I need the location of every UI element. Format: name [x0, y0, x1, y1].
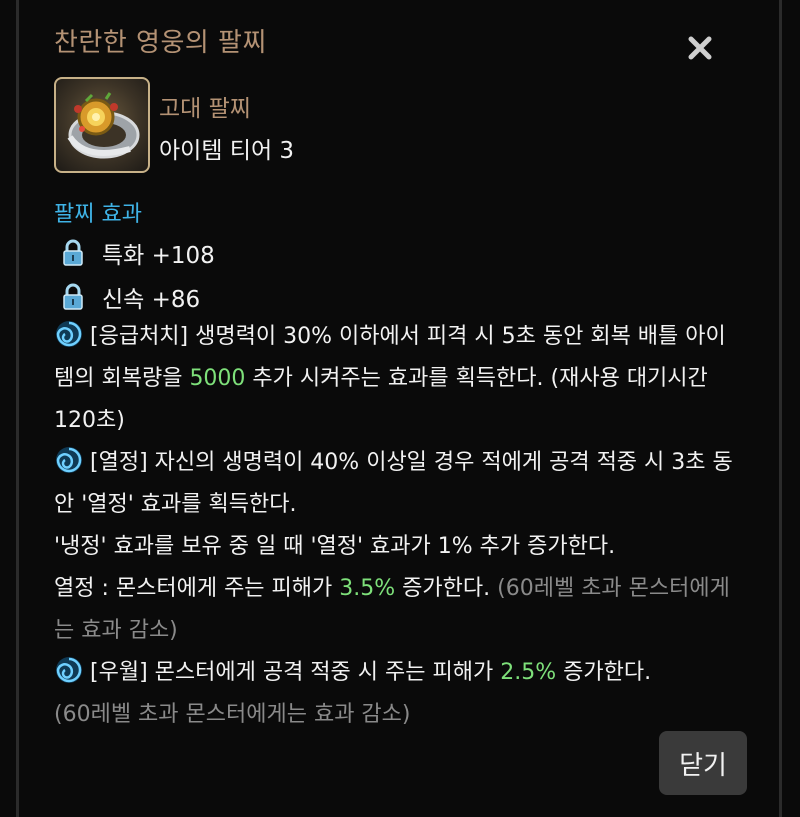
effect-highlight-value: 5000: [189, 366, 246, 391]
close-x-icon[interactable]: [684, 32, 716, 64]
effect-text: 증가한다.: [556, 660, 652, 685]
effect-text: 열정 : 몬스터에게 주는 피해가: [54, 576, 340, 601]
effect-text: [우월] 몬스터에게 공격 적중 시 주는 피해가: [90, 660, 501, 685]
stat-label: 신속 +86: [102, 287, 201, 313]
effect-passion: [열정] 자신의 생명력이 40% 이상일 경우 적에게 공격 적중 시 3초 …: [54, 442, 744, 652]
close-button[interactable]: 닫기: [659, 731, 747, 795]
effect-text: 증가한다.: [395, 576, 498, 601]
item-tier-label: 아이템 티어 3: [159, 138, 295, 164]
dialog-title: 찬란한 영웅의 팔찌: [54, 28, 267, 58]
effect-note: (60레벨 초과 몬스터에게는 효과 감소): [54, 702, 411, 727]
stat-row: 특화 +108: [62, 236, 215, 270]
bracelet-item-icon: [54, 77, 150, 173]
stat-row: 신속 +86: [62, 280, 200, 314]
effects-section-title: 팔찌 효과: [54, 202, 142, 227]
swirl-icon: [54, 319, 84, 349]
stat-label: 특화 +108: [102, 243, 215, 269]
dialog-frame-right: [779, 0, 782, 817]
lock-icon: [62, 239, 84, 267]
lock-icon: [62, 283, 84, 311]
effect-first-aid: [응급처치] 생명력이 30% 이하에서 피격 시 5초 동안 회복 배틀 아이…: [54, 316, 744, 442]
effect-text: '냉정' 효과를 보유 중 일 때 '열정' 효과가 1% 추가 증가한다.: [54, 534, 616, 559]
effect-text: [열정] 자신의 생명력이 40% 이상일 경우 적에게 공격 적중 시 3초 …: [54, 450, 733, 517]
swirl-icon: [54, 445, 84, 475]
dialog-frame-left: [16, 0, 19, 817]
effect-highlight-value: 3.5%: [339, 576, 396, 601]
item-type-label: 고대 팔찌: [159, 96, 251, 122]
effect-highlight-value: 2.5%: [500, 660, 557, 685]
effect-superiority: [우월] 몬스터에게 공격 적중 시 주는 피해가 2.5% 증가한다. (60…: [54, 652, 744, 736]
swirl-icon: [54, 655, 84, 685]
